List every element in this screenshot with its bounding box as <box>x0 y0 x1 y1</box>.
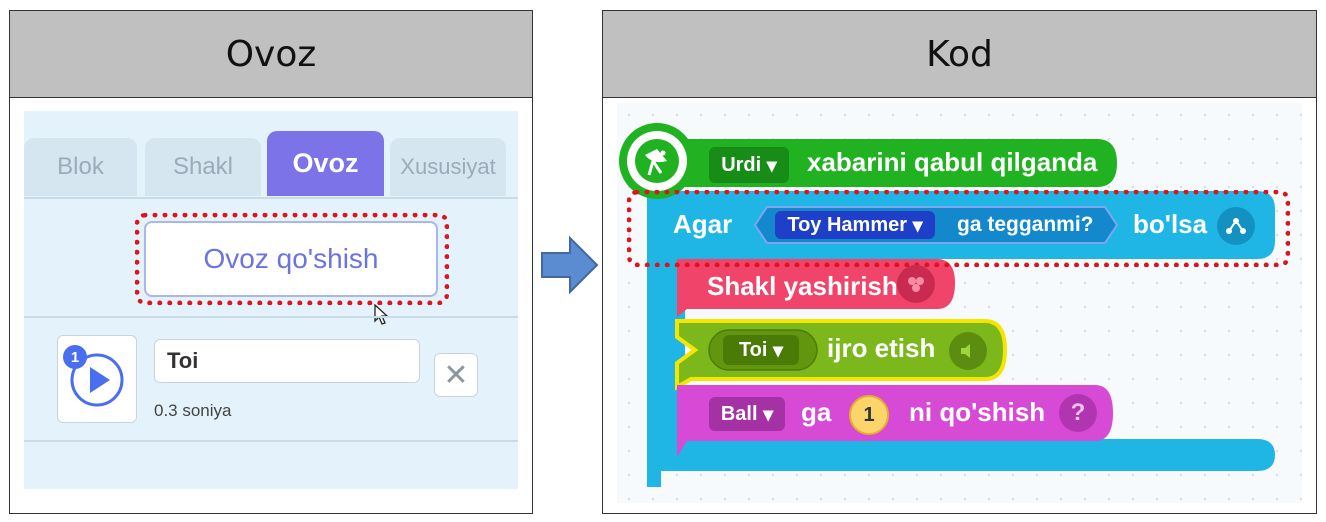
sound-dropdown-label: Toi <box>738 338 768 361</box>
divider <box>24 316 518 318</box>
code-canvas: Urdi ▾ xabarini qabul qilganda Agar Toy … <box>617 103 1302 503</box>
message-dropdown-label: Urdi <box>721 153 762 176</box>
sound-editor: Blok Shakl Ovoz Xususiyat Ovoz qo'shish … <box>24 111 518 489</box>
sound-thumbnail[interactable]: 1 <box>57 335 137 423</box>
arrow-right-icon <box>541 235 599 295</box>
sound-index-badge: 1 <box>63 345 87 369</box>
tab-divider <box>24 197 518 199</box>
variable-dropdown[interactable]: Ball ▾ <box>709 397 785 431</box>
panel-title-code: Kod <box>603 11 1316 98</box>
sound-panel: Ovoz Blok Shakl Ovoz Xususiyat Ovoz qo's… <box>9 10 533 514</box>
highlight-frame <box>627 190 1290 267</box>
tab-shape[interactable]: Shakl <box>145 138 261 196</box>
event-text: xabarini qabul qilganda <box>807 147 1098 177</box>
close-icon[interactable]: ✕ <box>443 358 468 393</box>
shape-icon <box>897 265 935 303</box>
code-panel: Kod Urdi ▾ xabarini qabul qilganda Agar … <box>602 10 1317 514</box>
mouse-cursor-icon <box>374 304 389 325</box>
sound-name-input[interactable]: Toi <box>154 339 420 383</box>
satellite-icon <box>635 139 679 183</box>
tab-block[interactable]: Blok <box>24 138 137 196</box>
tab-sound[interactable]: Ovoz <box>267 131 384 196</box>
sound-duration: 0.3 soniya <box>154 401 232 420</box>
play-block-text: ijro etish <box>827 333 936 363</box>
divider <box>24 440 518 442</box>
delete-sound-button[interactable]: ✕ <box>434 353 478 397</box>
sound-dropdown[interactable]: Toi ▾ <box>723 335 799 365</box>
message-dropdown[interactable]: Urdi ▾ <box>709 147 789 183</box>
tab-properties[interactable]: Xususiyat <box>390 138 506 196</box>
add-block-text-ga: ga <box>801 397 832 427</box>
highlight-frame <box>135 213 449 305</box>
add-block-text-end: ni qo'shish <box>909 397 1046 427</box>
help-icon[interactable]: ? <box>1059 394 1097 432</box>
speaker-icon <box>949 332 987 370</box>
value-input[interactable]: 1 <box>849 395 889 435</box>
variable-dropdown-label: Ball <box>720 402 758 425</box>
panel-title-sound: Ovoz <box>10 11 532 98</box>
hide-block-text: Shakl yashirish <box>707 271 898 301</box>
